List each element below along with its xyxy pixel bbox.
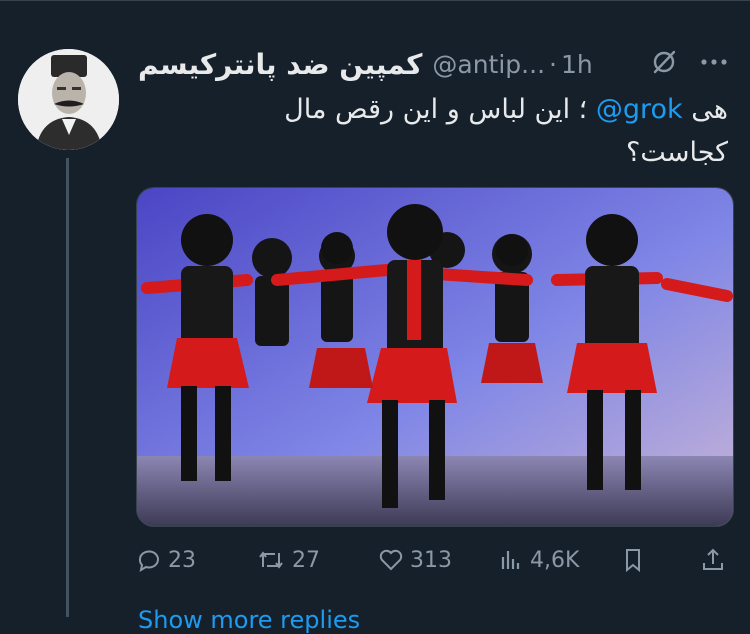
tweet-actions: 23 27 313 4,6K [136, 540, 736, 580]
share-button[interactable] [700, 540, 732, 580]
repost-button[interactable]: 27 [256, 540, 320, 580]
tweet-text-line-2: کجاست؟ [626, 137, 728, 168]
views-count: 4,6K [530, 547, 580, 573]
bookmark-icon [626, 549, 640, 573]
like-icon [379, 549, 403, 571]
more-icon[interactable] [696, 48, 732, 76]
dancers-photo [137, 188, 733, 526]
tweet-text-line-1: هی @grok ؛ این لباس و این رقص مال [140, 88, 728, 131]
separator-dot: · [549, 49, 557, 79]
avatar[interactable] [18, 49, 119, 150]
author-handle[interactable]: @antip... [432, 50, 545, 79]
show-more-replies-link[interactable]: Show more replies [138, 606, 360, 634]
views-button[interactable]: 4,6K [498, 540, 579, 580]
tweet-text: هی @grok ؛ این لباس و این رقص مال کجاست؟ [140, 88, 728, 174]
repost-count: 27 [292, 547, 320, 573]
timestamp[interactable]: 1h [561, 50, 593, 79]
share-icon [703, 548, 723, 570]
grok-icon[interactable] [650, 48, 678, 76]
repost-icon [259, 551, 283, 569]
like-count: 313 [410, 547, 452, 573]
reply-icon [138, 550, 159, 573]
views-icon [501, 551, 520, 569]
top-divider [0, 0, 750, 1]
thread-connector-line [66, 158, 69, 617]
tweet-text-post: ؛ این لباس و این رقص مال [284, 94, 596, 125]
tweet-media-image[interactable] [136, 187, 734, 527]
grok-mention-link[interactable]: @grok [596, 94, 683, 125]
reply-button[interactable]: 23 [136, 540, 196, 580]
author-name[interactable]: کمپین ضد پانترکیسم [138, 48, 422, 81]
tweet-header: کمپین ضد پانترکیسم @antip... · 1h [138, 44, 738, 84]
like-button[interactable]: 313 [378, 540, 452, 580]
tweet-text-pre: هی [682, 94, 728, 125]
reply-count: 23 [168, 547, 196, 573]
avatar-portrait-image [18, 49, 119, 150]
bookmark-button[interactable] [620, 540, 652, 580]
